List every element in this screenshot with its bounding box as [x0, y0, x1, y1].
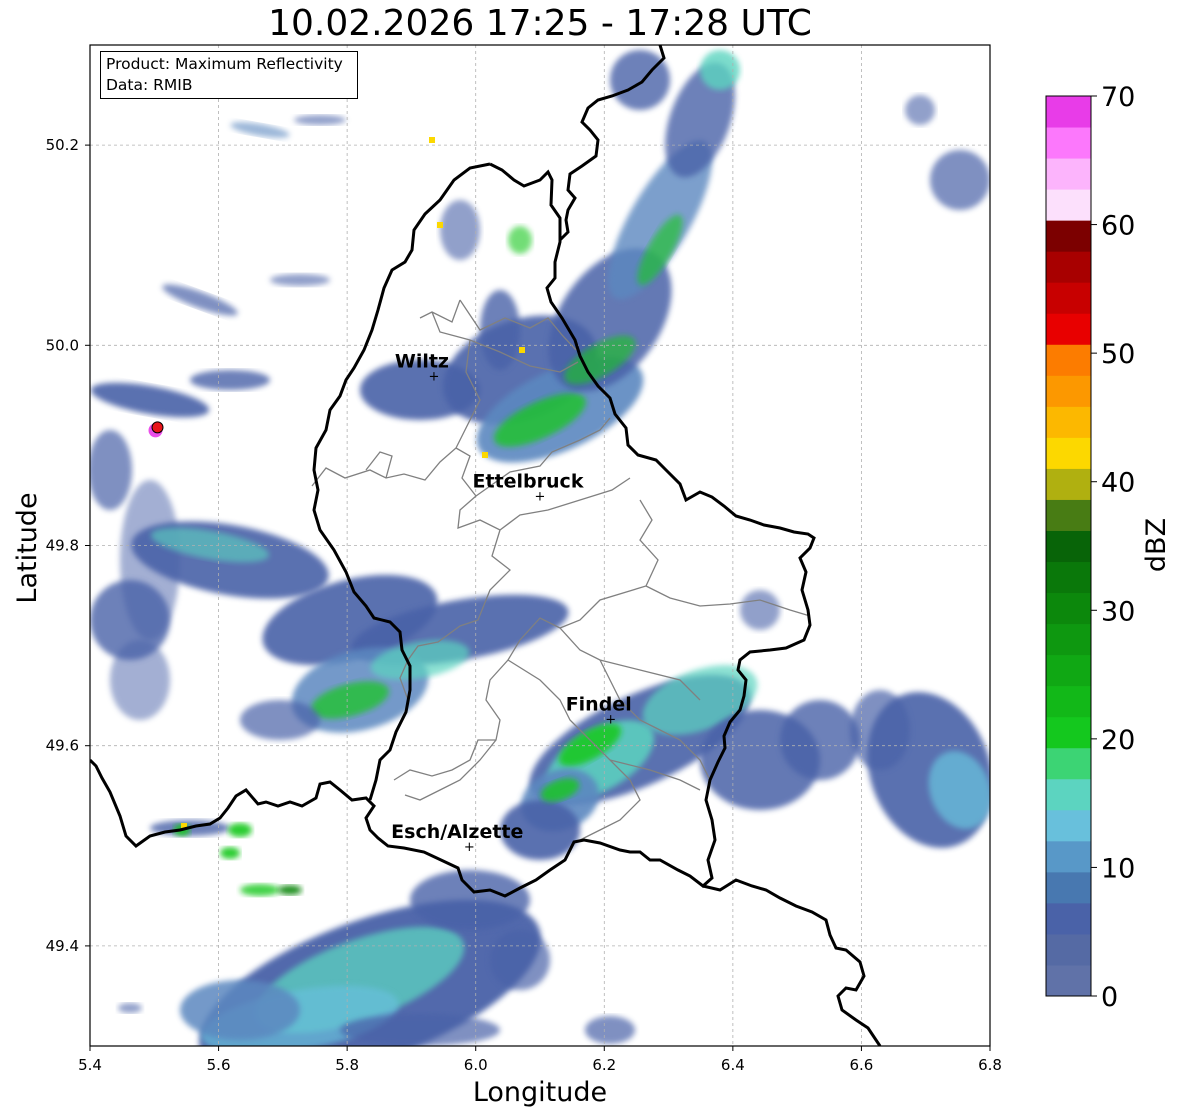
colorbar-segment — [1046, 189, 1091, 221]
colorbar-segment — [1046, 437, 1091, 469]
radar-site-marker — [148, 421, 164, 438]
colorbar-segment — [1046, 158, 1091, 190]
echo-cell — [294, 115, 346, 125]
colorbar-segment — [1046, 344, 1091, 376]
colorbar-segment — [1046, 561, 1091, 594]
city-label: Wiltz — [395, 350, 449, 372]
y-tick-label: 50.2 — [46, 136, 79, 154]
echo-cell — [585, 1016, 635, 1044]
echo-cell — [740, 590, 780, 630]
x-tick-label: 6.6 — [849, 1056, 873, 1074]
y-tick-label: 49.4 — [46, 937, 79, 955]
colorbar-tick-label: 30 — [1101, 596, 1135, 627]
colorbar-tick-label: 60 — [1101, 211, 1135, 242]
x-tick-label: 6.8 — [978, 1056, 1002, 1074]
grid-lines — [90, 45, 990, 1046]
echo-cell — [905, 95, 935, 125]
colorbar-tick-label: 50 — [1101, 339, 1135, 370]
colorbar-tick-label: 0 — [1101, 982, 1118, 1013]
x-tick-label: 5.8 — [335, 1056, 359, 1074]
colorbar-segment — [1046, 282, 1091, 314]
x-tick-label: 6.0 — [464, 1056, 488, 1074]
colorbar-segment — [1046, 530, 1091, 563]
echo-cell — [118, 1003, 142, 1013]
product-label: Product: Maximum Reflectivity — [106, 55, 343, 73]
echo-cell — [220, 847, 240, 859]
colorbar-label: dBZ — [1141, 518, 1172, 572]
city-label: Esch/Alzette — [391, 821, 523, 843]
colorbar-segment — [1046, 933, 1091, 966]
echo-cell — [90, 580, 170, 660]
colorbar-tick-label: 10 — [1101, 853, 1135, 884]
radar-map: 5.4 5.6 5.8 6.0 6.2 6.4 6.6 6.8 49.4 49.6 49.8 50.0… — [12, 44, 1172, 1108]
echo-cell — [228, 823, 252, 837]
colorbar-tick-label: 40 — [1101, 468, 1135, 499]
x-tick-label: 5.4 — [78, 1056, 102, 1074]
echo-cell-high — [519, 347, 525, 353]
colorbar-segment — [1046, 964, 1091, 997]
echo-cell — [162, 284, 238, 316]
echo-cell — [780, 700, 860, 780]
echo-cell — [190, 370, 270, 390]
colorbar-segment — [1046, 468, 1091, 500]
echo-cell — [410, 870, 530, 930]
country-border-fr — [702, 878, 882, 1046]
echo-cell-high — [437, 222, 443, 228]
x-tick-label: 6.2 — [592, 1056, 616, 1074]
colorbar-segment — [1046, 592, 1091, 625]
x-axis-label: Longitude — [473, 1077, 607, 1108]
y-tick-label: 50.0 — [46, 336, 79, 354]
colorbar-tick-label: 70 — [1101, 82, 1135, 113]
colorbar-segment — [1046, 220, 1091, 252]
echo-cell — [240, 700, 320, 740]
colorbar-segment — [1046, 96, 1091, 128]
echo-cell-high — [429, 137, 435, 143]
colorbar-segment — [1046, 623, 1091, 656]
colorbar-segment — [1046, 778, 1091, 811]
colorbar-segment — [1046, 840, 1091, 873]
echo-cell — [850, 690, 910, 770]
y-axis-label: Latitude — [12, 492, 43, 603]
colorbar-segment — [1046, 406, 1091, 438]
colorbar-segment — [1046, 251, 1091, 283]
colorbar-segment — [1046, 499, 1091, 531]
colorbar-segment — [1046, 654, 1091, 687]
radar-site-dot — [151, 421, 164, 434]
colorbar-segment — [1046, 871, 1091, 904]
echo-cell — [440, 200, 480, 260]
echo-cell — [270, 274, 330, 286]
y-tick-label: 49.6 — [46, 737, 79, 755]
reflectivity-echo-layer — [90, 50, 990, 1046]
colorbar-segment — [1046, 809, 1091, 842]
echo-cell — [700, 50, 740, 90]
echo-cell — [278, 885, 302, 895]
echo-cell — [230, 122, 290, 138]
colorbar-segment — [1046, 375, 1091, 407]
colorbar-segment — [1046, 313, 1091, 345]
colorbar: 0 10 20 30 40 50 60 70 — [1045, 82, 1135, 1013]
x-tick-label: 6.4 — [721, 1056, 745, 1074]
colorbar-segment — [1046, 127, 1091, 159]
colorbar-segment — [1046, 902, 1091, 935]
colorbar-tick-label: 20 — [1101, 725, 1135, 756]
data-source-label: Data: RMIB — [106, 76, 193, 94]
y-tick-label: 49.8 — [46, 537, 79, 555]
colorbar-segment — [1046, 716, 1091, 749]
echo-cell-high — [482, 452, 488, 458]
city-label: Findel — [566, 694, 632, 716]
echo-cell — [180, 980, 300, 1040]
echo-cell — [930, 150, 990, 210]
echo-cell — [490, 930, 550, 990]
info-box: Product: Maximum Reflectivity Data: RMIB — [100, 51, 358, 99]
echo-cell — [90, 430, 132, 510]
echo-cell — [508, 226, 532, 254]
colorbar-segment — [1046, 747, 1091, 780]
colorbar-segment — [1046, 685, 1091, 718]
x-tick-label: 5.6 — [207, 1056, 231, 1074]
city-label: Ettelbruck — [473, 470, 584, 492]
echo-cell — [240, 884, 280, 896]
